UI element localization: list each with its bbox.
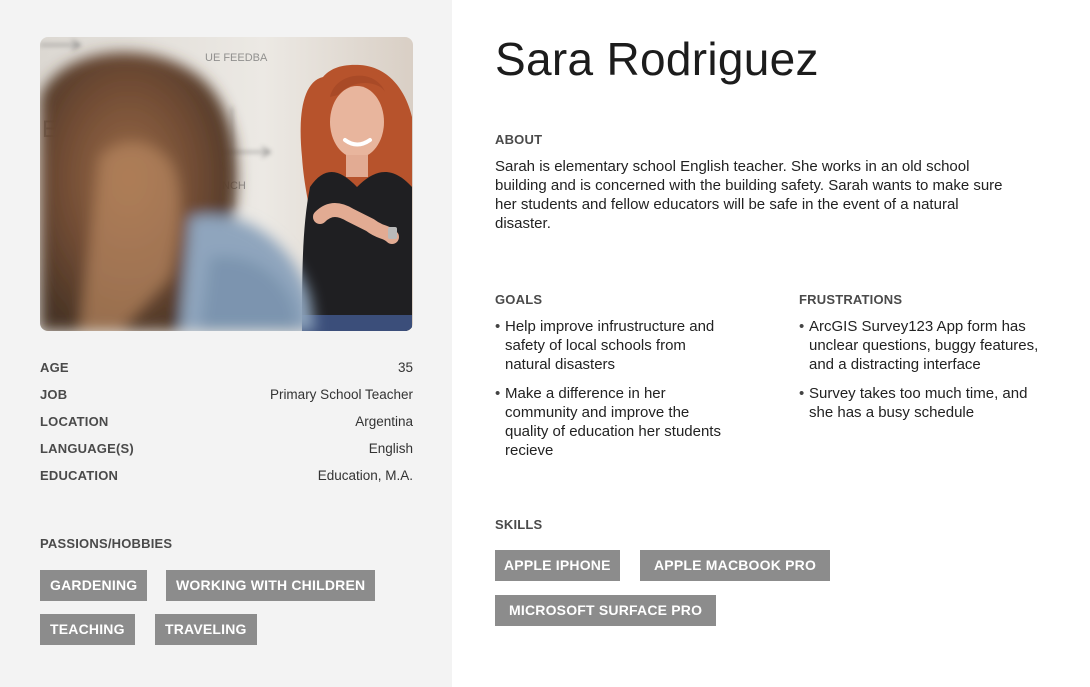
frustration-item: Survey takes too much time, and she has …: [799, 384, 1039, 422]
frustrations-heading: FRUSTRATIONS: [799, 292, 903, 307]
persona-name: Sara Rodriguez: [495, 33, 819, 85]
fact-value: Education, M.A.: [317, 468, 413, 483]
teacher-figure: [300, 64, 412, 331]
fact-job: JOB Primary School Teacher: [40, 387, 413, 414]
fact-value: Argentina: [355, 414, 413, 429]
persona-details: Sara Rodriguez ABOUT Sarah is elementary…: [452, 0, 1090, 687]
about-text: Sarah is elementary school English teach…: [495, 158, 1003, 232]
skill-tag: MICROSOFT SURFACE PRO: [495, 595, 717, 626]
goal-item: Help improve infrustructure and safety o…: [495, 317, 735, 374]
persona-photo: UE FEEDBA EF UR NCH: [40, 37, 413, 331]
fact-value: English: [368, 441, 413, 456]
fact-label: LANGUAGE(S): [40, 441, 134, 456]
fact-label: LOCATION: [40, 414, 109, 429]
fact-education: EDUCATION Education, M.A.: [40, 468, 413, 495]
goal-item: Make a difference in her community and i…: [495, 384, 735, 460]
board-text-1: UE FEEDBA: [205, 52, 268, 64]
frustration-item: ArcGIS Survey123 App form has unclear qu…: [799, 317, 1039, 374]
goals-heading: GOALS: [495, 292, 543, 307]
fact-label: EDUCATION: [40, 468, 119, 483]
persona-facts: AGE 35 JOB Primary School Teacher LOCATI…: [40, 360, 413, 495]
fact-languages: LANGUAGE(S) English: [40, 441, 413, 468]
persona-photo-illustration: UE FEEDBA EF UR NCH: [40, 37, 413, 331]
fact-age: AGE 35: [40, 360, 413, 387]
fact-value: 35: [397, 360, 413, 375]
profile-sidebar: UE FEEDBA EF UR NCH: [0, 0, 452, 687]
skill-tag: APPLE IPHONE: [495, 550, 620, 581]
hobby-tag: TEACHING: [40, 614, 135, 645]
hobby-tag: GARDENING: [40, 570, 148, 601]
frustrations-list: ArcGIS Survey123 App form has unclear qu…: [799, 317, 1039, 432]
fact-value: Primary School Teacher: [269, 387, 413, 402]
fact-location: LOCATION Argentina: [40, 414, 413, 441]
fact-label: AGE: [40, 360, 69, 375]
hobbies-heading: PASSIONS/HOBBIES: [40, 536, 173, 551]
skill-tag: APPLE MACBOOK PRO: [640, 550, 831, 581]
about-heading: ABOUT: [495, 132, 543, 147]
goals-list: Help improve infrustructure and safety o…: [495, 317, 735, 470]
hobby-tag: TRAVELING: [155, 614, 257, 645]
hobby-tag: WORKING WITH CHILDREN: [166, 570, 376, 601]
skills-heading: SKILLS: [495, 517, 543, 532]
fact-label: JOB: [40, 387, 68, 402]
